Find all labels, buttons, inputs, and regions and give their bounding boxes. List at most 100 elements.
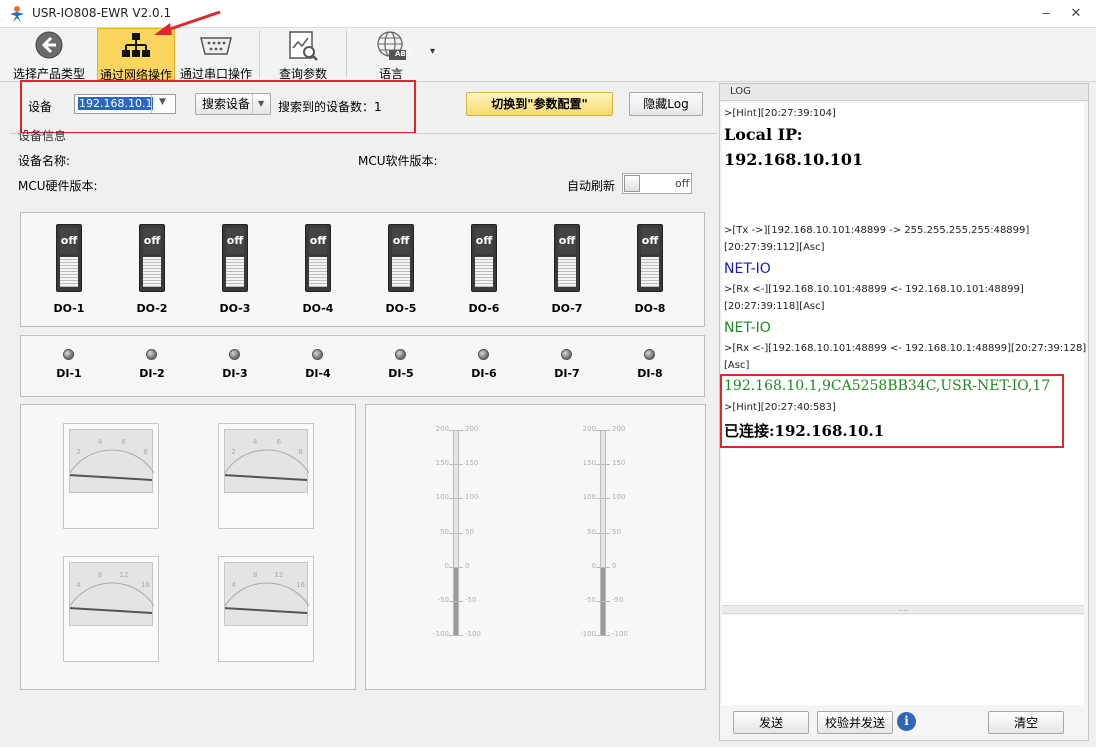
switch-body[interactable]: off [388, 224, 414, 292]
device-info-title: 设备信息 [18, 129, 67, 143]
di-label: DI-8 [637, 367, 663, 380]
thermometer-tick-label: -100 [580, 630, 596, 638]
thermometer-tick-label: 100 [612, 493, 626, 502]
meter-tick-label: 8 [143, 448, 147, 456]
minimize-button[interactable]: ‒ [1032, 4, 1060, 24]
log-header-title: LOG [730, 86, 751, 97]
do-switch[interactable]: off [139, 224, 165, 292]
log-line: >[Rx <-][192.168.10.101:48899 <- 192.168… [724, 284, 1024, 295]
log-line: Local IP: [724, 125, 803, 144]
thermometer-tick-label: -100 [433, 630, 449, 638]
thermometer-tick [449, 498, 463, 500]
serial-operation-button[interactable]: 通过串口操作 [177, 28, 255, 81]
do-switch[interactable]: off [305, 224, 331, 292]
log-splitter[interactable]: .... [722, 605, 1084, 614]
di-indicator-led [312, 349, 323, 360]
thermometer-tick-label: 100 [465, 493, 479, 502]
toolbar-separator [259, 30, 260, 78]
do-switch[interactable]: off [554, 224, 580, 292]
switch-body[interactable]: off [554, 224, 580, 292]
toggle-knob[interactable] [624, 175, 640, 192]
thermometer-tick-label: -100 [465, 630, 481, 638]
thermometer-tick-label: -50 [437, 595, 449, 604]
mcu-hardware-label: MCU硬件版本: [18, 179, 98, 193]
info-icon[interactable]: i [897, 712, 916, 731]
clear-button[interactable]: 清空 [988, 711, 1064, 734]
meter-dial: 0246810 [60, 438, 166, 481]
thermometer-tick [596, 600, 610, 602]
meter-tick-label: 12 [119, 571, 128, 579]
di-label: DI-2 [139, 367, 165, 380]
thermometer-tick-label: 150 [435, 459, 449, 468]
switch-state: off [309, 228, 327, 254]
meter-tick-label: 16 [296, 581, 305, 589]
thermometer-tick-label: 150 [612, 459, 626, 468]
switch-body[interactable]: off [637, 224, 663, 292]
do-switch[interactable]: off [222, 224, 248, 292]
do-label: DO-5 [385, 302, 417, 315]
thermometer-tick [449, 430, 463, 431]
log-line: 192.168.10.101 [724, 150, 864, 169]
annotation-highlight-box [20, 80, 416, 134]
log-line: >[Hint][20:27:39:104] [724, 108, 836, 119]
auto-refresh-toggle[interactable]: off [622, 173, 692, 194]
switch-state: off [392, 228, 410, 254]
log-line: >[Tx ->][192.168.10.101:48899 -> 255.255… [724, 225, 1030, 236]
meter-needle [68, 607, 153, 614]
do-switch[interactable]: off [56, 224, 82, 292]
log-line: [Asc] [724, 360, 750, 371]
meter-tick-label: 2 [231, 448, 235, 456]
switch-to-config-button[interactable]: 切换到"参数配置" [466, 92, 613, 116]
di-indicator-led [478, 349, 489, 360]
send-input[interactable] [722, 615, 1084, 705]
log-line: [20:27:39:112][Asc] [724, 242, 825, 253]
do-label: DO-2 [136, 302, 168, 315]
network-icon [122, 33, 150, 57]
thermometer-tick [449, 635, 463, 636]
switch-body[interactable]: off [305, 224, 331, 292]
switch-grip [309, 257, 327, 287]
do-switch[interactable]: off [471, 224, 497, 292]
di-indicator-led [229, 349, 240, 360]
thermometer-tick [596, 464, 610, 466]
switch-body[interactable]: off [139, 224, 165, 292]
switch-body[interactable]: off [222, 224, 248, 292]
digital-outputs-panel [20, 212, 705, 327]
thermometer-tick [449, 566, 463, 568]
language-dropdown-icon[interactable]: ▾ [430, 46, 435, 57]
meter-needle [68, 474, 153, 481]
do-label: DO-7 [551, 302, 583, 315]
digital-inputs-panel [20, 335, 705, 397]
meter-face: 0246810 [60, 429, 166, 493]
hide-log-button[interactable]: 隐藏Log [629, 92, 703, 116]
verify-send-button[interactable]: 校验并发送 [817, 711, 893, 734]
meter-tick-label: 12 [274, 571, 283, 579]
query-params-button[interactable]: 查询参数 [264, 28, 342, 81]
di-indicator-led [561, 349, 572, 360]
log-line: NET-IO [724, 261, 771, 277]
app-logo-icon [10, 6, 24, 22]
log-header: LOG [720, 84, 1088, 101]
back-arrow-icon [35, 31, 63, 59]
close-button[interactable]: ✕ [1062, 4, 1090, 24]
thermometer-tick [596, 635, 610, 636]
do-switch[interactable]: off [637, 224, 663, 292]
language-button[interactable]: ABC 语言 [352, 28, 430, 81]
meter-needle [223, 474, 308, 481]
thermometer-tick-label: 150 [582, 459, 596, 468]
switch-grip [558, 257, 576, 287]
send-button[interactable]: 发送 [733, 711, 809, 734]
switch-body[interactable]: off [471, 224, 497, 292]
do-switch[interactable]: off [388, 224, 414, 292]
switch-body[interactable]: off [56, 224, 82, 292]
switch-grip [475, 257, 493, 287]
select-product-button[interactable]: 选择产品类型 [10, 28, 88, 81]
di-indicator-led [146, 349, 157, 360]
log-line: >[Rx <-][192.168.10.101:48899 <- 192.168… [724, 343, 1087, 354]
thermometer-tick [596, 430, 610, 431]
thermometer-tick-label: 200 [612, 425, 626, 433]
log-output[interactable]: >[Hint][20:27:39:104] Local IP: 192.168.… [722, 103, 1087, 605]
di-label: DI-4 [305, 367, 331, 380]
thermometer-tick [449, 600, 463, 602]
switch-state: off [558, 228, 576, 254]
